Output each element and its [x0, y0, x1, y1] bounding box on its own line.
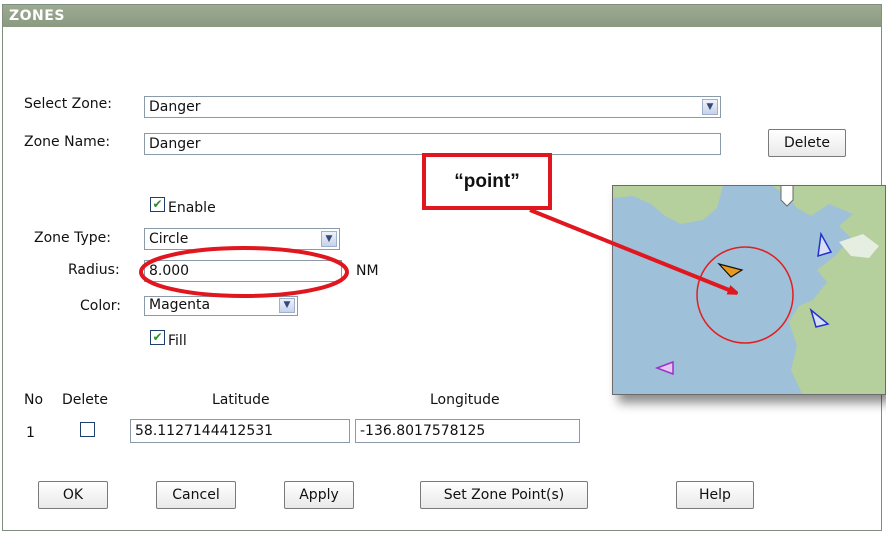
row-number: 1: [26, 425, 35, 441]
map-marker-icon: [780, 186, 794, 207]
danger-zone-circle: [696, 246, 794, 344]
fill-label: Fill: [168, 333, 187, 349]
radius-input[interactable]: 8.000: [144, 260, 342, 282]
chevron-down-icon[interactable]: ▼: [279, 298, 295, 313]
radius-label: Radius:: [68, 262, 120, 278]
enable-checkbox[interactable]: ✔: [150, 197, 165, 212]
longitude-input[interactable]: -136.8017578125: [355, 419, 580, 443]
dialog-title: ZONES: [3, 5, 881, 27]
row-delete-checkbox[interactable]: [80, 422, 95, 437]
col-longitude-header: Longitude: [430, 392, 500, 408]
enable-label: Enable: [168, 200, 216, 216]
apply-button[interactable]: Apply: [284, 481, 354, 509]
ok-button[interactable]: OK: [38, 481, 108, 509]
delete-zone-button[interactable]: Delete: [768, 129, 846, 157]
point-callout: “point”: [422, 153, 552, 210]
select-zone-dropdown[interactable]: Danger ▼: [144, 96, 721, 118]
zone-name-input[interactable]: Danger: [144, 133, 721, 155]
map-inset[interactable]: [612, 185, 886, 395]
zone-name-label: Zone Name:: [24, 134, 111, 150]
col-latitude-header: Latitude: [212, 392, 270, 408]
zone-type-label: Zone Type:: [34, 230, 111, 246]
color-label: Color:: [80, 298, 122, 314]
set-zone-points-button[interactable]: Set Zone Point(s): [420, 481, 588, 509]
radius-unit: NM: [356, 263, 379, 279]
col-delete-header: Delete: [62, 392, 108, 408]
land-east: [773, 186, 885, 394]
chevron-down-icon[interactable]: ▼: [702, 99, 718, 115]
col-no-header: No: [24, 392, 44, 408]
land-north-west: [613, 186, 723, 224]
zone-type-value: Circle: [149, 231, 189, 247]
vessel-icon: [717, 262, 744, 278]
select-zone-value: Danger: [149, 99, 201, 115]
color-dropdown[interactable]: Magenta ▼: [144, 296, 298, 316]
vessel-icon: [817, 231, 833, 258]
select-zone-label: Select Zone:: [24, 96, 112, 112]
vessel-icon: [654, 360, 674, 376]
color-value: Magenta: [149, 297, 211, 313]
fill-checkbox[interactable]: ✔: [150, 330, 165, 345]
cancel-button[interactable]: Cancel: [156, 481, 236, 509]
latitude-input[interactable]: 58.1127144412531: [130, 419, 350, 443]
map-canvas: [613, 186, 885, 394]
zone-type-dropdown[interactable]: Circle ▼: [144, 228, 340, 250]
chevron-down-icon[interactable]: ▼: [321, 231, 337, 247]
help-button[interactable]: Help: [676, 481, 754, 509]
